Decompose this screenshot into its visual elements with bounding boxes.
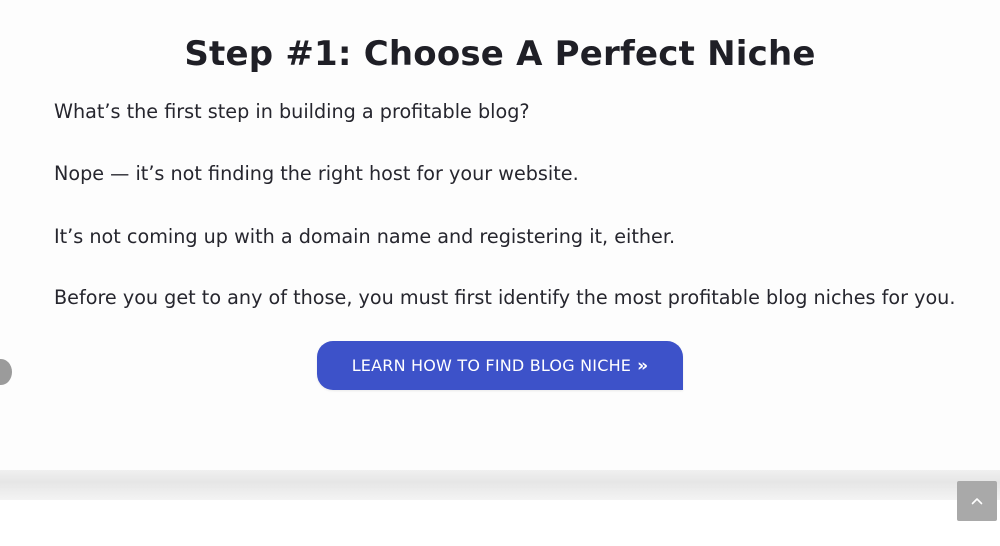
paragraph-not-host: Nope — it’s not finding the right host f…	[54, 162, 579, 185]
scroll-to-top-button[interactable]	[957, 481, 997, 521]
paragraph-not-domain: It’s not coming up with a domain name an…	[54, 225, 676, 248]
paragraph-identify-niche: Before you get to any of those, you must…	[54, 286, 956, 309]
footer-area	[0, 500, 1000, 546]
section-divider	[0, 470, 1000, 500]
cta-label: LEARN HOW TO FIND BLOG NICHE	[351, 356, 632, 375]
divider-line	[0, 486, 1000, 488]
paragraph-first-step: What’s the first step in building a prof…	[54, 100, 530, 123]
content-section: Step #1: Choose A Perfect Niche What’s t…	[0, 0, 1000, 470]
double-chevron-right-icon: »	[637, 355, 649, 376]
learn-blog-niche-button[interactable]: LEARN HOW TO FIND BLOG NICHE »	[317, 341, 683, 390]
page-title: Step #1: Choose A Perfect Niche	[184, 34, 816, 74]
chevron-up-icon	[971, 497, 983, 505]
